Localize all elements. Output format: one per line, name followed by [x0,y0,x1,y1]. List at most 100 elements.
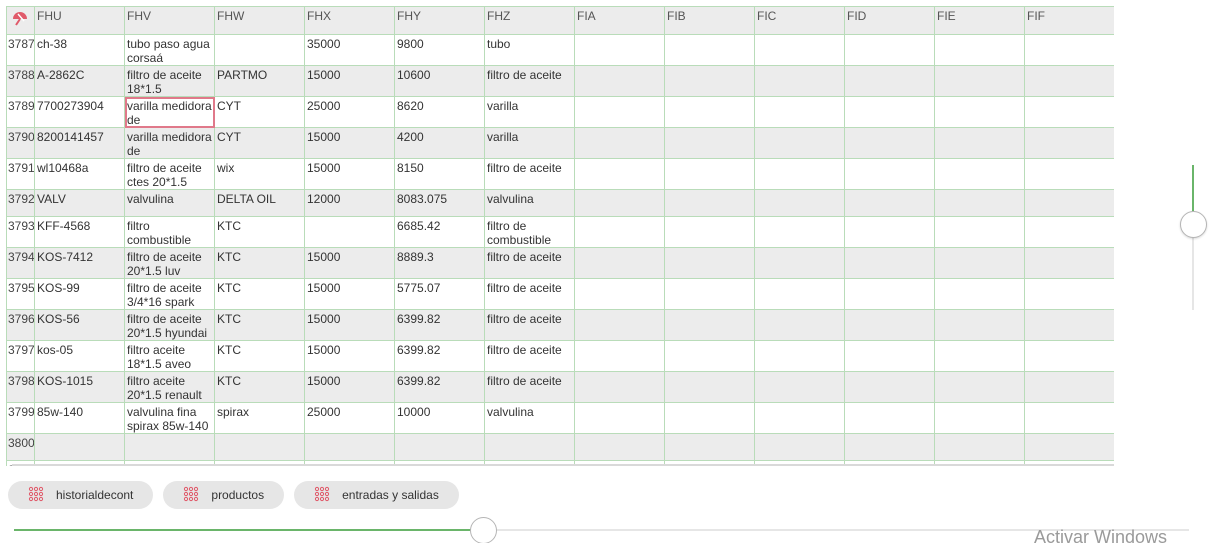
table-cell[interactable] [664,189,755,217]
table-cell[interactable] [934,371,1025,403]
table-cell[interactable]: 35000 [304,34,395,66]
table-cell[interactable] [754,340,845,372]
app-logo-icon[interactable] [6,6,35,35]
table-cell[interactable]: KTC [214,371,305,403]
table-cell[interactable]: KFF-4568 [34,216,125,248]
table-cell[interactable] [664,371,755,403]
table-cell[interactable]: 12000 [304,189,395,217]
table-cell[interactable]: KOS-56 [34,309,125,341]
table-cell[interactable]: DELTA OIL [214,189,305,217]
table-cell[interactable]: 15000 [304,371,395,403]
table-cell[interactable]: 8200141457 [34,127,125,159]
table-cell[interactable] [754,65,845,97]
table-cell[interactable] [1024,96,1114,128]
column-header[interactable]: FHW [214,6,305,35]
table-cell[interactable] [934,278,1025,310]
table-cell[interactable]: valvulina [484,402,575,434]
table-cell[interactable]: filtro de aceite 18*1.5 [124,65,215,97]
table-cell[interactable]: 6685.42 [394,216,485,248]
table-cell[interactable]: 6399.82 [394,309,485,341]
table-cell[interactable]: filtro de aceite 20*1.5 hyundai [124,309,215,341]
table-cell[interactable] [574,216,665,248]
table-cell[interactable]: A-2862C [34,65,125,97]
table-cell[interactable] [574,371,665,403]
table-cell[interactable]: varilla medidora de [124,127,215,159]
table-cell[interactable] [484,433,575,461]
vertical-scroll-thumb[interactable] [1180,211,1207,238]
row-number[interactable]: 3793 [6,216,35,248]
table-cell[interactable] [1024,158,1114,190]
column-header[interactable]: FHV [124,6,215,35]
table-cell[interactable]: KTC [214,309,305,341]
table-cell[interactable]: CYT [214,96,305,128]
table-cell[interactable]: 85w-140 [34,402,125,434]
table-cell[interactable] [844,34,935,66]
table-cell[interactable] [934,216,1025,248]
grid-bottom-scroll-strip[interactable] [12,464,1114,466]
table-cell[interactable] [754,34,845,66]
row-number[interactable]: 3789 [6,96,35,128]
table-cell[interactable] [1024,433,1114,461]
table-cell[interactable]: VALV [34,189,125,217]
table-cell[interactable] [574,96,665,128]
table-cell[interactable] [304,216,395,248]
table-cell[interactable] [754,402,845,434]
table-cell[interactable] [664,65,755,97]
row-number[interactable]: 3800 [6,433,35,461]
table-cell[interactable] [754,247,845,279]
column-header[interactable]: FHZ [484,6,575,35]
table-cell[interactable]: filtro de aceite [484,65,575,97]
table-cell[interactable] [844,189,935,217]
table-cell[interactable]: 15000 [304,309,395,341]
column-header[interactable]: FID [844,6,935,35]
table-cell[interactable]: 15000 [304,278,395,310]
table-cell[interactable]: KTC [214,247,305,279]
table-cell[interactable]: KTC [214,216,305,248]
table-cell[interactable] [754,158,845,190]
table-cell[interactable]: filtro de aceite [484,247,575,279]
row-number[interactable]: 3798 [6,371,35,403]
table-cell[interactable]: 15000 [304,65,395,97]
table-cell[interactable] [1024,34,1114,66]
column-header[interactable]: FHU [34,6,125,35]
table-cell[interactable] [1024,127,1114,159]
table-cell[interactable]: 9800 [394,34,485,66]
table-cell[interactable]: tubo paso agua corsaá [124,34,215,66]
row-number[interactable]: 3788 [6,65,35,97]
column-header[interactable]: FIC [754,6,845,35]
table-cell[interactable] [934,309,1025,341]
table-cell[interactable]: filtro de aceite 20*1.5 luv [124,247,215,279]
table-cell[interactable] [304,433,395,461]
table-cell[interactable] [934,433,1025,461]
table-cell[interactable] [934,34,1025,66]
row-number[interactable]: 3790 [6,127,35,159]
table-cell[interactable] [934,189,1025,217]
row-number[interactable]: 3792 [6,189,35,217]
table-cell[interactable]: filtro de aceite 3/4*16 spark [124,278,215,310]
table-cell[interactable] [574,189,665,217]
table-cell[interactable] [934,158,1025,190]
table-cell[interactable]: filtro aceite 20*1.5 renault [124,371,215,403]
table-cell[interactable] [574,402,665,434]
table-cell[interactable] [754,96,845,128]
table-cell[interactable]: KOS-1015 [34,371,125,403]
table-cell[interactable] [1024,309,1114,341]
column-header[interactable]: FIF [1024,6,1114,35]
table-cell[interactable] [934,247,1025,279]
table-cell[interactable] [574,65,665,97]
table-cell[interactable]: PARTMO [214,65,305,97]
table-cell[interactable]: 8620 [394,96,485,128]
table-cell[interactable]: 25000 [304,96,395,128]
table-cell[interactable] [1024,340,1114,372]
table-cell[interactable] [1024,247,1114,279]
row-number[interactable]: 3799 [6,402,35,434]
table-cell[interactable]: KOS-99 [34,278,125,310]
table-cell[interactable] [214,34,305,66]
sheet-tab[interactable]: entradas y salidas [294,481,459,509]
table-cell[interactable]: 8150 [394,158,485,190]
column-header[interactable]: FIB [664,6,755,35]
table-cell[interactable] [124,433,215,461]
table-cell[interactable] [754,371,845,403]
table-cell[interactable] [844,309,935,341]
table-cell[interactable]: 4200 [394,127,485,159]
